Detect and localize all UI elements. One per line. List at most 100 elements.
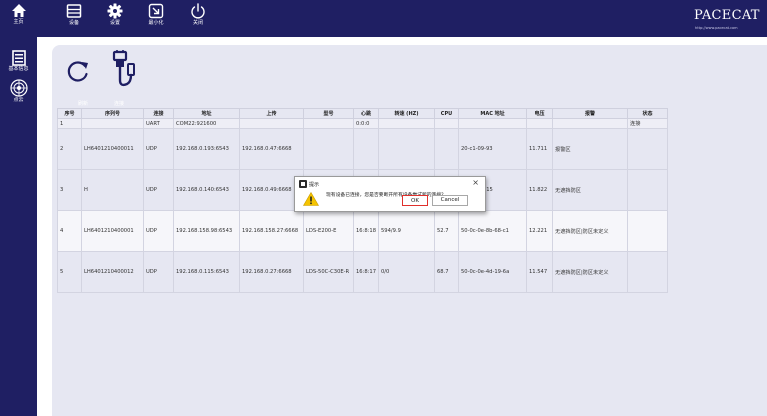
- table-cell: 192.168.158.27:6668: [239, 210, 304, 252]
- gear-icon: [107, 3, 123, 19]
- device-button[interactable]: 设备: [60, 3, 88, 27]
- table-cell: 11.547: [526, 251, 553, 293]
- column-header[interactable]: 序列号: [81, 108, 144, 119]
- minimize-icon: [148, 3, 164, 19]
- table-cell: 52.7: [434, 210, 459, 252]
- minimize-button-label: 最小化: [148, 20, 164, 26]
- column-header[interactable]: 连接: [143, 108, 174, 119]
- table-cell: 192.168.0.47:6668: [239, 128, 304, 170]
- radar-icon: [9, 79, 28, 97]
- table-cell: LH6401210400011: [81, 128, 144, 170]
- table-cell: COM22:921600: [173, 118, 240, 129]
- table-cell: [239, 118, 304, 129]
- table-cell: 4: [57, 210, 82, 252]
- table-cell: 16:8:18: [353, 210, 379, 252]
- column-header[interactable]: MAC 地址: [458, 108, 527, 119]
- table-cell: 0:0:0: [353, 118, 379, 129]
- sidebar-item-label: 基本信息: [8, 66, 29, 72]
- settings-button[interactable]: 设置: [101, 3, 129, 27]
- device-button-label: 设备: [68, 20, 79, 26]
- table-cell: 无遮挡防区: [552, 169, 628, 211]
- close-app-button-label: 关闭: [192, 20, 203, 26]
- sidebar-item-point-cloud[interactable]: 点云: [2, 79, 35, 104]
- column-header[interactable]: 转速 (HZ): [378, 108, 435, 119]
- confirm-dialog: 提示 × 现有设备已连接，您是否要断开所有设备尝试新的连接？ OK Cancel: [294, 176, 486, 212]
- table-cell: UDP: [143, 251, 174, 293]
- table-cell: [434, 118, 459, 129]
- table-cell: 16:8:17: [353, 251, 379, 293]
- table-cell: 50-0c-0e-8b-68-c1: [458, 210, 527, 252]
- table-row-selected[interactable]: 4 LH6401210400001 UDP 192.168.158.98:654…: [57, 210, 668, 252]
- minimize-button[interactable]: 最小化: [142, 3, 170, 27]
- sidebar-item-home[interactable]: 主页: [2, 3, 35, 26]
- status-cell: [627, 169, 668, 211]
- table-cell: [81, 118, 144, 129]
- column-header[interactable]: 型号: [303, 108, 354, 119]
- column-header[interactable]: CPU: [434, 108, 459, 119]
- status-cell: [627, 128, 668, 170]
- table-cell: 11.711: [526, 128, 553, 170]
- column-header[interactable]: 心跳: [353, 108, 379, 119]
- table-row[interactable]: 1 UART COM22:921600 0:0:0 连接: [57, 118, 668, 129]
- table-cell: 50-0c-0e-4d-19-6a: [458, 251, 527, 293]
- power-icon: [191, 3, 205, 19]
- table-cell: LDS-50C-C30E-R: [303, 251, 354, 293]
- refresh-icon: [67, 61, 88, 82]
- table-cell: 192.168.0.140:6543: [173, 169, 240, 211]
- column-header[interactable]: 序号: [57, 108, 82, 119]
- table-cell: 192.168.0.27:6668: [239, 251, 304, 293]
- table-cell: LH6401210400001: [81, 210, 144, 252]
- dialog-close-button[interactable]: ×: [472, 179, 479, 187]
- close-app-button[interactable]: 关闭: [184, 3, 212, 27]
- table-cell: 192.168.0.115:6543: [173, 251, 240, 293]
- status-cell: [627, 251, 668, 293]
- column-header[interactable]: 地址: [173, 108, 240, 119]
- table-cell: [526, 118, 553, 129]
- table-cell: 68.7: [434, 251, 459, 293]
- column-header[interactable]: 报警: [552, 108, 628, 119]
- column-header[interactable]: 上传: [239, 108, 304, 119]
- document-icon: [11, 50, 26, 66]
- status-cell: [627, 210, 668, 252]
- app-icon: [299, 180, 307, 188]
- table-cell: H: [81, 169, 144, 211]
- connect-button[interactable]: [103, 50, 137, 94]
- table-cell: [434, 128, 459, 170]
- plug-icon: [112, 50, 135, 87]
- table-cell: 11.822: [526, 169, 553, 211]
- table-header: 序号 序列号 连接 地址 上传 型号 心跳 转速 (HZ) CPU MAC 地址…: [57, 108, 668, 119]
- column-header[interactable]: 状态: [627, 108, 668, 119]
- device-icon: [66, 4, 82, 18]
- table-cell: [303, 118, 354, 129]
- table-cell: [552, 118, 628, 129]
- table-cell: UDP: [143, 128, 174, 170]
- sidebar-item-basic-info[interactable]: 基本信息: [2, 50, 35, 73]
- table-cell: 12.221: [526, 210, 553, 252]
- cancel-button[interactable]: Cancel: [432, 195, 468, 206]
- column-header[interactable]: 电压: [526, 108, 553, 119]
- table-cell: 无遮挡防区|防区未定义: [552, 210, 628, 252]
- table-cell: UDP: [143, 210, 174, 252]
- settings-button-label: 设置: [109, 20, 120, 26]
- status-cell: 连接: [627, 118, 668, 129]
- table-cell: LH6401210400012: [81, 251, 144, 293]
- table-cell: UART: [143, 118, 174, 129]
- warning-icon: [303, 192, 319, 206]
- table-cell: 20-c1-09-93: [458, 128, 527, 170]
- table-cell: [303, 128, 354, 170]
- refresh-label: 刷新: [78, 101, 89, 107]
- connect-label: 连接: [114, 101, 125, 107]
- table-cell: [458, 118, 527, 129]
- table-cell: 192.168.158.98:6543: [173, 210, 240, 252]
- brand-logo: PACECAT: [694, 8, 760, 23]
- table-row[interactable]: 2 LH6401210400011 UDP 192.168.0.193:6543…: [57, 128, 668, 170]
- table-cell: [353, 128, 379, 170]
- sidebar-item-label: 主页: [13, 19, 24, 25]
- brand-url: http://www.pacecat.com: [695, 26, 738, 30]
- table-cell: 1: [57, 118, 82, 129]
- ok-button[interactable]: OK: [402, 195, 428, 206]
- refresh-button[interactable]: [65, 58, 91, 88]
- table-row[interactable]: 5 LH6401210400012 UDP 192.168.0.115:6543…: [57, 251, 668, 293]
- table-cell: 无遮挡防区|防区未定义: [552, 251, 628, 293]
- table-cell: 0/0: [378, 251, 435, 293]
